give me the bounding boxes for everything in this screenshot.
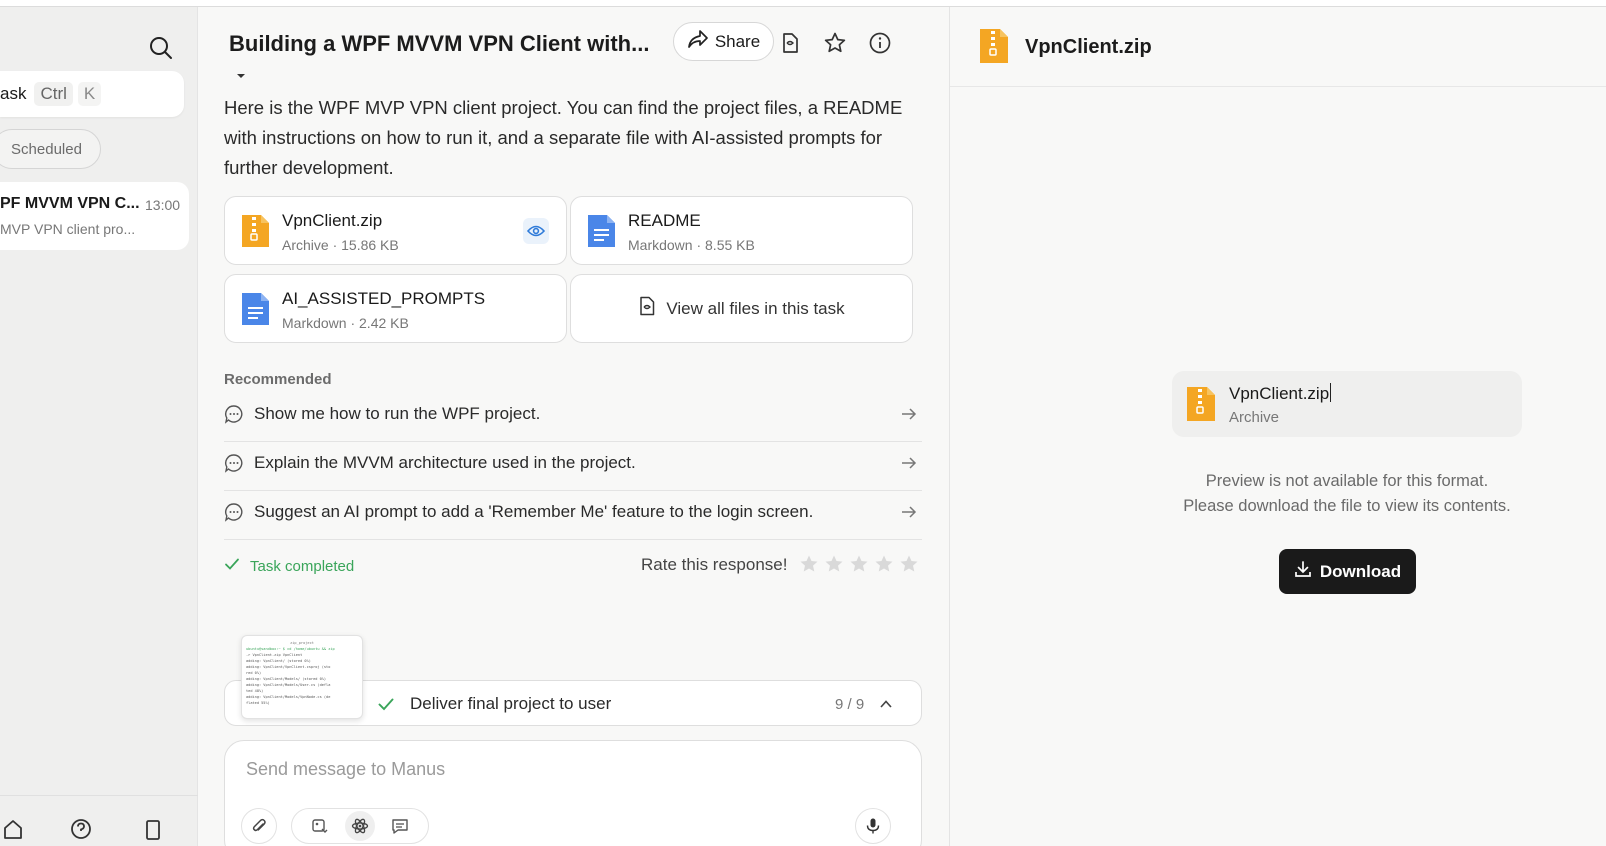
file-card-vpnclient[interactable]: VpnClient.zip Archive · 15.86 KB (224, 196, 567, 265)
sidebar-task-item[interactable]: PF MVVM VPN C... 13:00 MVP VPN client pr… (0, 182, 189, 250)
document-icon (239, 291, 271, 327)
share-label: Share (714, 31, 761, 51)
preview-file-card: VpnClient.zip Archive (1172, 371, 1522, 437)
sidebar-bottom-bar (0, 795, 198, 846)
search-icon[interactable] (148, 35, 174, 61)
task-status: Task completed (224, 556, 354, 576)
atom-icon[interactable] (345, 811, 375, 841)
recommendation-text: Suggest an AI prompt to add a 'Remember … (254, 502, 814, 521)
zip-file-icon (1185, 385, 1217, 423)
view-all-label: View all files in this task (666, 298, 845, 318)
composer-tool-group (291, 808, 429, 844)
page-title[interactable]: Building a WPF MVVM VPN Client with... (229, 31, 649, 57)
terminal-line: flated 55%) (246, 701, 270, 705)
new-task-label: ask (0, 84, 27, 103)
task-status-text: Task completed (250, 557, 355, 575)
star-icon[interactable] (849, 554, 869, 574)
arrow-right-icon (900, 454, 918, 472)
task-time: 13:00 (145, 197, 181, 213)
file-name: AI_ASSISTED_PROMPTS (282, 289, 486, 308)
rating-stars (799, 554, 919, 574)
star-icon[interactable] (823, 31, 847, 55)
preview-title: VpnClient.zip (1025, 36, 1152, 58)
help-icon[interactable] (70, 818, 92, 840)
preview-file-name: VpnClient.zip (1229, 384, 1330, 403)
share-icon (687, 29, 709, 54)
message-line: Preview is not available for this format… (1205, 472, 1489, 490)
preview-header: VpnClient.zip (950, 7, 1606, 87)
share-button[interactable]: Share (673, 22, 774, 61)
recommendation-item[interactable]: Show me how to run the WPF project. (224, 392, 922, 442)
star-icon[interactable] (874, 554, 894, 574)
task-subtitle: MVP VPN client pro... (0, 221, 136, 237)
sidebar: ask Ctrl K Scheduled PF MVVM VPN C... 13… (0, 7, 198, 846)
bookmark-icon[interactable] (142, 818, 164, 840)
zip-file-icon (239, 213, 271, 249)
file-card-readme[interactable]: README Markdown · 8.55 KB (570, 196, 913, 265)
files-icon (638, 296, 656, 321)
files-icon[interactable] (778, 31, 802, 55)
arrow-right-icon (900, 503, 918, 521)
recommendation-item[interactable]: Suggest an AI prompt to add a 'Remember … (224, 490, 922, 540)
chat-bubble-icon (224, 453, 244, 473)
image-edit-icon[interactable] (305, 811, 335, 841)
assistant-message: Here is the WPF MVP VPN client project. … (224, 97, 903, 178)
rate-label: Rate this response! (641, 555, 788, 574)
file-name: VpnClient.zip (282, 211, 383, 230)
file-preview-panel: VpnClient.zip VpnClient.zip Archive Prev… (949, 7, 1606, 846)
terminal-preview-thumbnail[interactable]: zip_project ubuntu@sandbox:~ $ cd /home/… (241, 635, 363, 719)
download-icon (1294, 560, 1312, 583)
view-all-files-button[interactable]: View all files in this task (570, 274, 913, 343)
arrow-right-icon (900, 405, 918, 423)
check-icon (224, 556, 240, 576)
star-icon[interactable] (899, 554, 919, 574)
composer-placeholder: Send message to Manus (246, 759, 446, 779)
check-icon (377, 695, 395, 713)
microphone-icon[interactable] (855, 808, 891, 844)
caret-down-icon (237, 65, 245, 78)
progress-step-text: Deliver final project to user (410, 694, 612, 713)
message-composer[interactable]: Send message to Manus (224, 740, 922, 846)
shortcut-k: K (77, 82, 102, 106)
shortcut-ctrl: Ctrl (34, 82, 73, 106)
download-label: Download (1319, 561, 1402, 581)
window-top-edge (0, 0, 1606, 7)
new-task-button[interactable]: ask Ctrl K (0, 71, 184, 117)
home-icon[interactable] (2, 818, 24, 840)
chat-bubble-icon (224, 502, 244, 522)
eye-icon[interactable] (523, 218, 549, 244)
chat-panel: Building a WPF MVVM VPN Client with... S… (199, 7, 948, 846)
file-meta: Markdown · 2.42 KB (282, 315, 409, 331)
document-icon (585, 213, 617, 249)
file-meta: Markdown · 8.55 KB (628, 237, 755, 253)
recommended-label: Recommended (224, 371, 332, 388)
zip-file-icon (978, 27, 1010, 65)
paperclip-icon[interactable] (241, 808, 277, 844)
file-meta: Archive · 15.86 KB (282, 237, 399, 253)
scheduled-filter-chip[interactable]: Scheduled (0, 129, 101, 169)
progress-count: 9 / 9 (835, 696, 865, 713)
preview-file-type: Archive (1229, 409, 1280, 426)
message-line: Please download the file to view its con… (1183, 497, 1511, 515)
download-button[interactable]: Download (1279, 549, 1416, 594)
chevron-up-icon[interactable] (878, 696, 894, 712)
recommendation-text: Explain the MVVM architecture used in th… (254, 453, 636, 472)
file-card-ai-prompts[interactable]: AI_ASSISTED_PROMPTS Markdown · 2.42 KB (224, 274, 567, 343)
preview-unavailable-message: Preview is not available for this format… (1122, 469, 1572, 519)
star-icon[interactable] (824, 554, 844, 574)
star-icon[interactable] (799, 554, 819, 574)
chat-icon[interactable] (385, 811, 415, 841)
recommendation-item[interactable]: Explain the MVVM architecture used in th… (224, 441, 922, 491)
task-title: PF MVVM VPN C... (0, 195, 140, 212)
file-name: README (628, 211, 701, 230)
info-icon[interactable] (868, 31, 892, 55)
recommendation-text: Show me how to run the WPF project. (254, 404, 541, 423)
chat-bubble-icon (224, 404, 244, 424)
